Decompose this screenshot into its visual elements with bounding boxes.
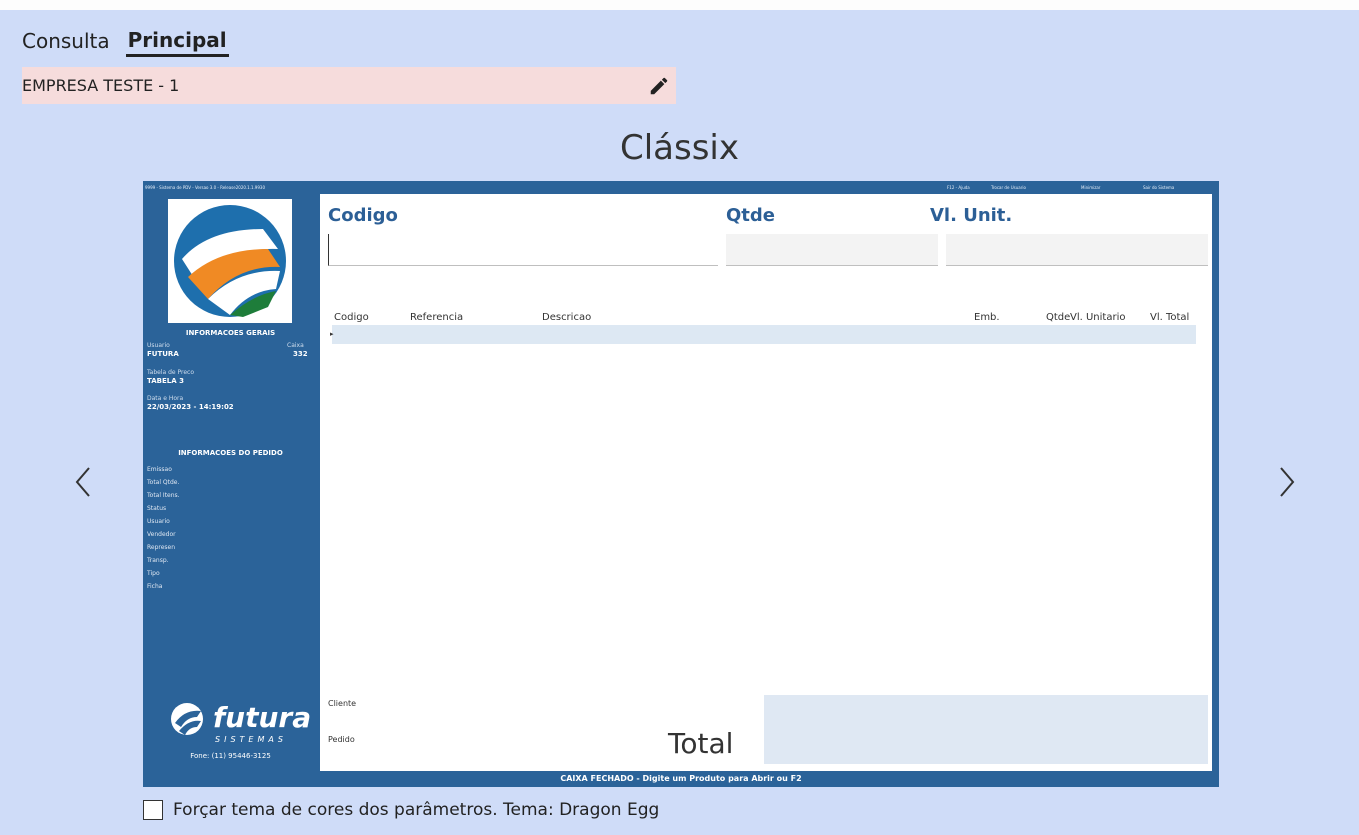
chevron-right-icon[interactable] [1274, 462, 1300, 502]
chevron-left-icon[interactable] [70, 462, 96, 502]
preview-status-bar: CAIXA FECHADO - Digite um Produto para A… [560, 774, 802, 783]
tab-bar: Consulta Principal [20, 28, 229, 57]
caixa-label: Caixa [287, 342, 304, 349]
order-info-header: INFORMACOES DO PEDIDO [178, 449, 283, 457]
row-indicator-icon: ▸ [330, 330, 334, 338]
brand-name: futura [213, 701, 312, 734]
window-top-strip [0, 0, 1359, 10]
order-item: Total Itens. [147, 492, 180, 499]
order-item: Tipo [147, 570, 160, 577]
tabela-label: Tabela de Preco [147, 369, 195, 376]
codigo-label: Codigo [328, 205, 398, 226]
usuario-value: FUTURA [147, 350, 179, 358]
force-theme-checkbox[interactable] [143, 800, 163, 820]
preview-sidebar: INFORMACOES GERAIS Usuario Caixa FUTURA … [143, 194, 318, 771]
total-value-box [764, 695, 1208, 764]
theme-preview: 9999 - Sistema de PDV - Versao 3.0 - Rel… [143, 181, 1219, 787]
futura-logo-icon [168, 199, 292, 323]
column-header: Vl. Unitario [1070, 312, 1126, 323]
order-item: Vendedor [147, 531, 176, 538]
pencil-icon[interactable] [648, 75, 670, 97]
pedido-label: Pedido [328, 735, 355, 744]
column-header: Descricao [542, 312, 592, 323]
total-label: Total [668, 727, 734, 760]
preview-menu-switch-user: Trocar de Usuario [991, 185, 1026, 190]
tab-consulta[interactable]: Consulta [20, 29, 112, 57]
force-theme-option[interactable]: Forçar tema de cores dos parâmetros. Tem… [143, 800, 659, 820]
column-header: Emb. [974, 312, 1000, 323]
preview-title-bar: 9999 - Sistema de PDV - Versao 3.0 - Rel… [143, 181, 1219, 194]
qtde-input [726, 234, 938, 266]
preview-menu-exit: Sair do Sistema [1143, 185, 1175, 190]
tabela-value: TABELA 3 [147, 377, 184, 385]
vlunit-input [946, 234, 1208, 266]
brand-subtitle: SISTEMAS [215, 735, 287, 744]
column-header: Qtde [1046, 312, 1071, 323]
data-value: 22/03/2023 - 14:19:02 [147, 403, 234, 411]
order-item: Represen [147, 544, 176, 551]
cliente-label: Cliente [328, 699, 357, 708]
codigo-input [328, 234, 718, 266]
order-item: Usuario [147, 518, 170, 525]
order-item: Total Qtde. [147, 479, 180, 486]
column-header: Codigo [334, 312, 369, 323]
general-info-header: INFORMACOES GERAIS [185, 329, 276, 337]
preview-title-text: 9999 - Sistema de PDV - Versao 3.0 - Rel… [145, 185, 265, 190]
qtde-label: Qtde [726, 205, 775, 226]
order-item: Status [147, 505, 167, 512]
table-row [332, 325, 1196, 344]
column-header: Referencia [410, 312, 464, 323]
company-name: EMPRESA TESTE - 1 [22, 76, 180, 95]
order-item: Transp. [147, 557, 169, 564]
data-label: Data e Hora [147, 395, 184, 402]
column-header: Vl. Total [1150, 312, 1190, 323]
preview-menu-help: F12 - Ajuda [947, 185, 970, 190]
order-item: Ficha [147, 583, 163, 590]
company-bar: EMPRESA TESTE - 1 [22, 67, 676, 104]
brand-phone: Fone: (11) 95446-3125 [190, 752, 271, 760]
usuario-label: Usuario [147, 342, 170, 349]
order-item: Emissao [147, 466, 172, 473]
preview-main-area: Codigo Qtde Vl. Unit. Codigo Referencia … [320, 194, 1212, 771]
force-theme-label: Forçar tema de cores dos parâmetros. Tem… [173, 800, 660, 820]
preview-menu-minimize: Minimizar [1081, 185, 1101, 190]
vlunit-label: Vl. Unit. [930, 205, 1013, 226]
tab-principal[interactable]: Principal [125, 28, 229, 57]
caixa-value: 332 [293, 350, 308, 358]
theme-title: Clássix [619, 128, 740, 168]
